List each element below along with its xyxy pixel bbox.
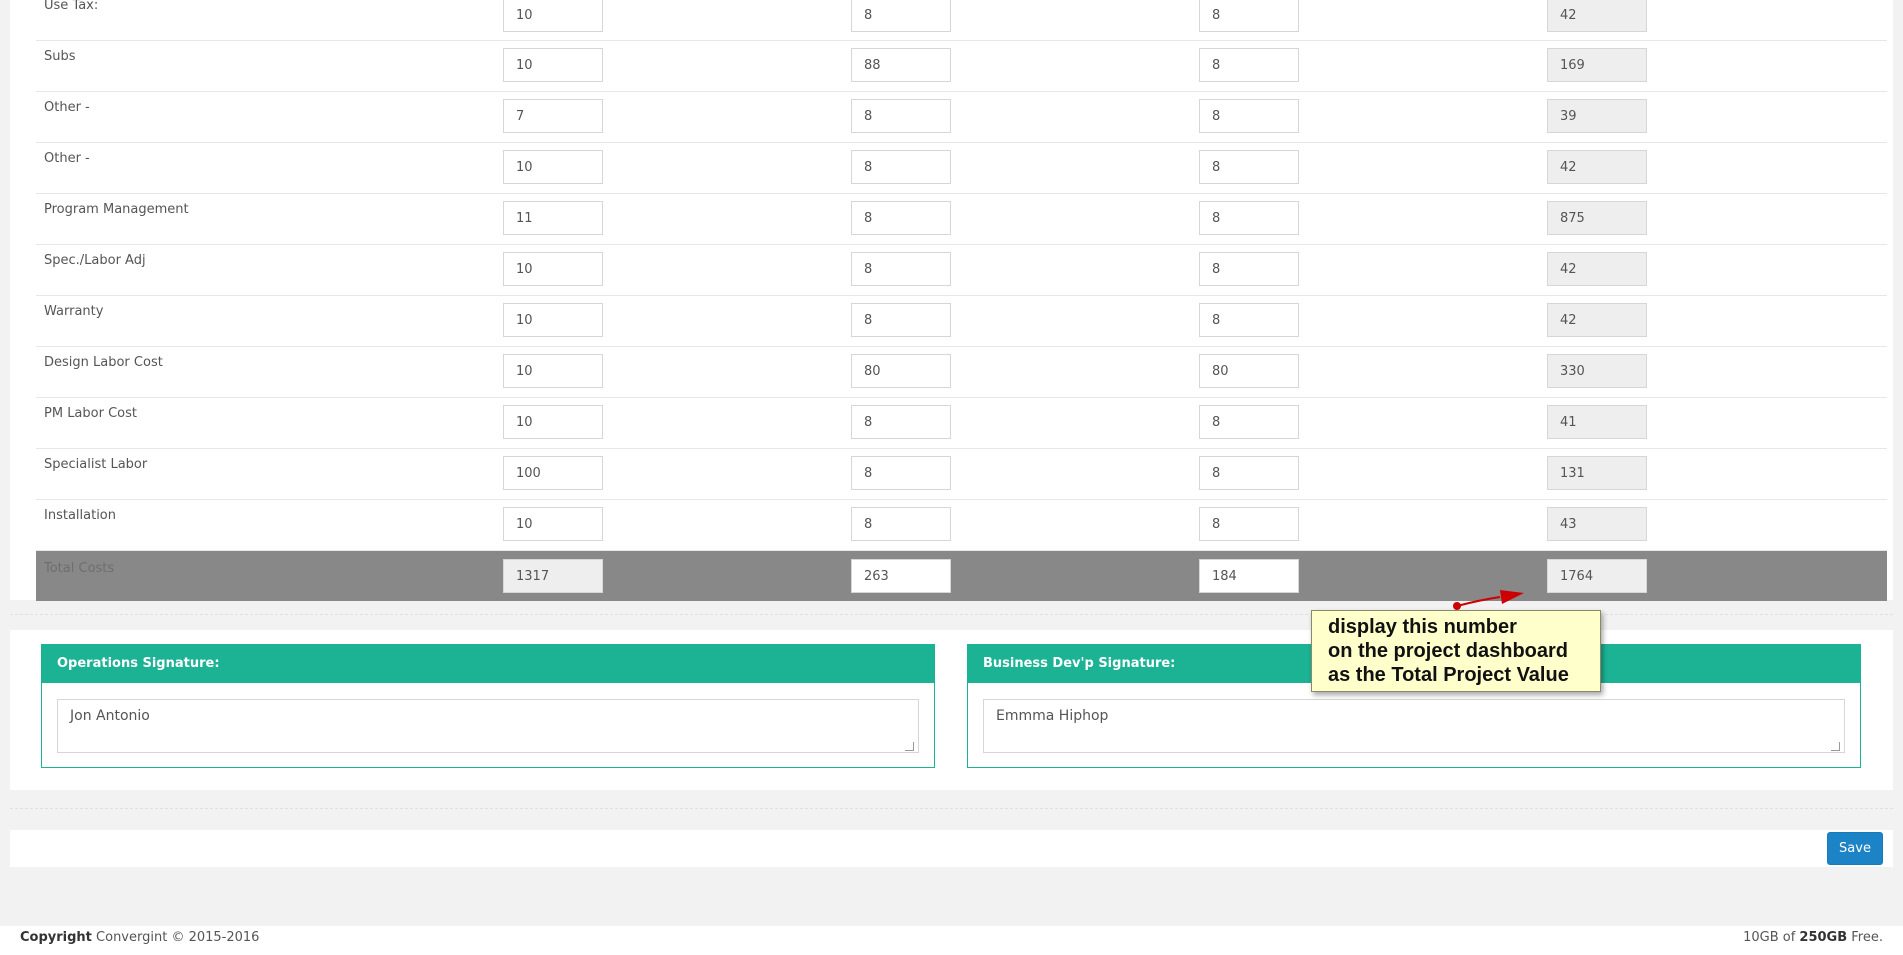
cost-input-col2[interactable]	[851, 456, 951, 490]
total-costs-label: Total Costs	[44, 561, 115, 576]
cost-input-col3[interactable]	[1199, 354, 1299, 388]
cost-input-col3[interactable]	[1199, 150, 1299, 184]
storage-used: 10GB of	[1743, 930, 1800, 945]
cost-input-col2[interactable]	[851, 405, 951, 439]
row-total-field	[1547, 354, 1647, 388]
row-total-field	[1547, 252, 1647, 286]
total-col2-input[interactable]	[851, 559, 951, 593]
cost-input-col3[interactable]	[1199, 201, 1299, 235]
operations-signature-box: Operations Signature: Jon Antonio	[41, 644, 935, 768]
total-col3-input[interactable]	[1199, 559, 1299, 593]
divider	[10, 808, 1893, 809]
table-row: Specialist Labor	[36, 449, 1887, 500]
cost-input-col2[interactable]	[851, 303, 951, 337]
row-label: PM Labor Cost	[44, 406, 137, 421]
row-label: Other -	[44, 151, 90, 166]
row-total-field	[1547, 507, 1647, 541]
table-row: Subs	[36, 41, 1887, 92]
row-label: Spec./Labor Adj	[44, 253, 146, 268]
total-costs-row: Total Costs	[36, 551, 1887, 601]
row-total-field	[1547, 405, 1647, 439]
resize-grip-icon[interactable]	[905, 742, 914, 751]
business-signature-field[interactable]: Emmma Hiphop	[983, 699, 1845, 753]
row-total-field	[1547, 303, 1647, 337]
operations-signature-title: Operations Signature:	[42, 645, 934, 683]
table-row: Design Labor Cost	[36, 347, 1887, 398]
resize-grip-icon[interactable]	[1831, 742, 1840, 751]
row-total-field	[1547, 201, 1647, 235]
row-label: Design Labor Cost	[44, 355, 163, 370]
total-col1-field	[503, 559, 603, 593]
cost-input-col3[interactable]	[1199, 252, 1299, 286]
divider	[10, 614, 1893, 615]
table-row: Other -	[36, 143, 1887, 194]
row-total-field	[1547, 456, 1647, 490]
cost-input-col1[interactable]	[503, 303, 603, 337]
cost-input-col2[interactable]	[851, 507, 951, 541]
cost-input-col3[interactable]	[1199, 456, 1299, 490]
callout-line: as the Total Project Value	[1328, 664, 1569, 686]
table-row: Spec./Labor Adj	[36, 245, 1887, 296]
cost-input-col1[interactable]	[503, 354, 603, 388]
cost-input-col3[interactable]	[1199, 99, 1299, 133]
row-label: Specialist Labor	[44, 457, 148, 472]
save-button[interactable]: Save	[1827, 832, 1883, 865]
operations-signature-field[interactable]: Jon Antonio	[57, 699, 919, 753]
cost-input-col3[interactable]	[1199, 405, 1299, 439]
total-project-value-field	[1547, 559, 1647, 593]
signatures-panel: Operations Signature: Jon Antonio Busine…	[10, 630, 1893, 790]
table-row: Use Tax:	[36, 0, 1887, 41]
row-total-field	[1547, 0, 1647, 32]
cost-input-col2[interactable]	[851, 0, 951, 32]
cost-input-col2[interactable]	[851, 48, 951, 82]
row-total-field	[1547, 150, 1647, 184]
cost-input-col3[interactable]	[1199, 48, 1299, 82]
actions-bar: Save	[10, 830, 1893, 867]
cost-input-col1[interactable]	[503, 201, 603, 235]
cost-input-col1[interactable]	[503, 252, 603, 286]
annotation-callout: display this number on the project dashb…	[1311, 610, 1601, 692]
cost-input-col1[interactable]	[503, 456, 603, 490]
cost-input-col3[interactable]	[1199, 507, 1299, 541]
table-row: Program Management	[36, 194, 1887, 245]
callout-line: on the project dashboard	[1328, 640, 1569, 662]
cost-input-col3[interactable]	[1199, 303, 1299, 337]
cost-input-col1[interactable]	[503, 99, 603, 133]
row-label: Warranty	[44, 304, 104, 319]
cost-input-col3[interactable]	[1199, 0, 1299, 32]
footer-storage: 10GB of 250GB Free.	[1743, 930, 1883, 945]
cost-input-col2[interactable]	[851, 150, 951, 184]
cost-input-col1[interactable]	[503, 507, 603, 541]
table-row: Other -	[36, 92, 1887, 143]
cost-input-col1[interactable]	[503, 150, 603, 184]
footer: Copyright Convergint © 2015-2016 10GB of…	[0, 926, 1903, 955]
table-row: Installation	[36, 500, 1887, 551]
cost-input-col1[interactable]	[503, 405, 603, 439]
cost-panel: Use Tax: Subs Other - Other -	[10, 0, 1893, 601]
cost-input-col1[interactable]	[503, 48, 603, 82]
storage-suffix: Free.	[1847, 930, 1883, 945]
cost-input-col2[interactable]	[851, 252, 951, 286]
table-row: PM Labor Cost	[36, 398, 1887, 449]
cost-table: Use Tax: Subs Other - Other -	[36, 0, 1887, 601]
row-label: Subs	[44, 49, 76, 64]
cost-input-col2[interactable]	[851, 99, 951, 133]
row-total-field	[1547, 48, 1647, 82]
row-total-field	[1547, 99, 1647, 133]
row-label: Installation	[44, 508, 117, 523]
cost-input-col1[interactable]	[503, 0, 603, 32]
row-label: Program Management	[44, 202, 189, 217]
row-label: Use Tax:	[44, 0, 99, 13]
cost-input-col2[interactable]	[851, 201, 951, 235]
callout-line: display this number	[1328, 616, 1517, 638]
copyright-label: Copyright	[20, 930, 92, 945]
table-row: Warranty	[36, 296, 1887, 347]
copyright-text: Convergint © 2015-2016	[91, 930, 260, 945]
row-label: Other -	[44, 100, 90, 115]
cost-input-col2[interactable]	[851, 354, 951, 388]
storage-total: 250GB	[1799, 930, 1848, 945]
footer-copyright: Copyright Convergint © 2015-2016	[20, 930, 259, 945]
